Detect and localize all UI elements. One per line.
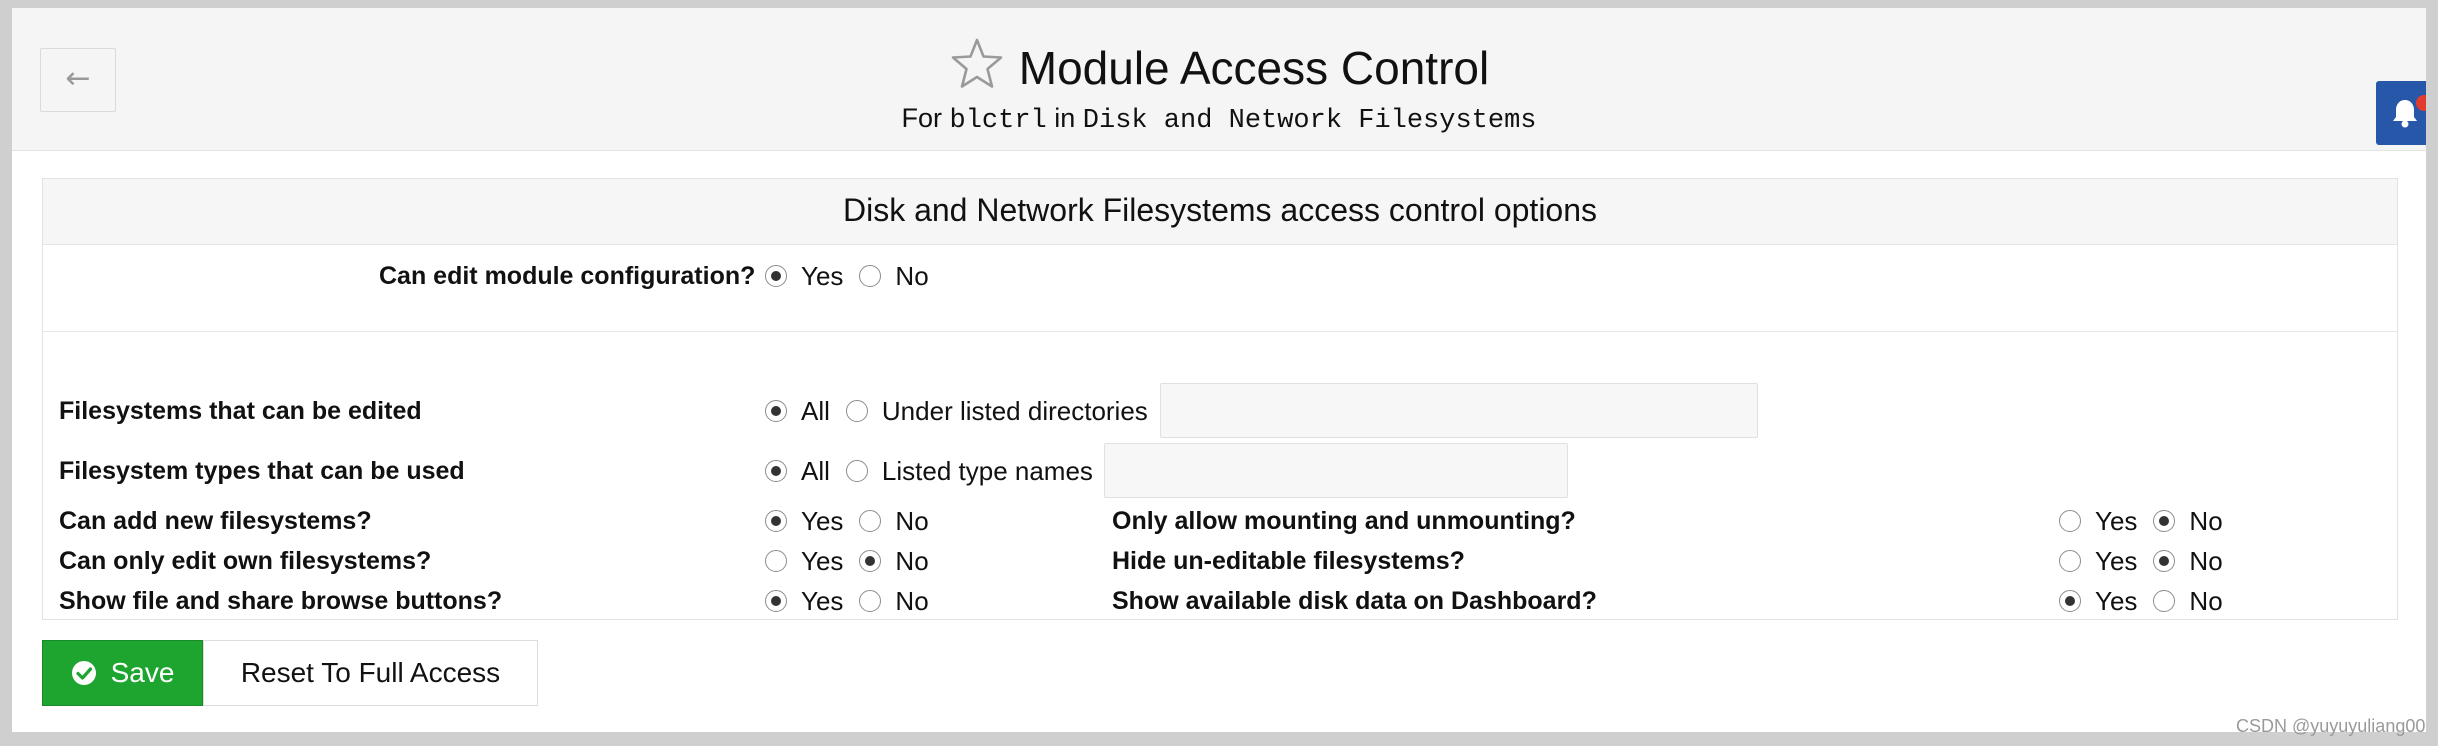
own-only-no-radio[interactable] [859,550,882,572]
page-header: ← Module Access Control For blctrl in Di… [12,8,2426,151]
mount-only-radios: Yes No [2059,505,2223,537]
panel-title: Disk and Network Filesystems access cont… [43,179,2397,245]
subtitle-prefix: For [901,103,943,133]
page-title-row: Module Access Control [12,36,2426,96]
browse-buttons-yes-radio[interactable] [765,590,787,612]
can-edit-config-label: Can edit module configuration? [379,262,756,290]
can-edit-config-radios: Yes No [765,260,929,292]
can-add-radios: Yes No [765,505,929,537]
mount-only-no-radio[interactable] [2153,510,2176,532]
fs-edited-radios: All Under listed directories [765,395,1148,427]
check-circle-icon [71,661,96,685]
subtitle-user: blctrl [949,106,1047,136]
fs-edited-dirs-input[interactable] [1160,383,1758,438]
browse-buttons-label: Show file and share browse buttons? [59,587,503,615]
dashboard-disk-label: Show available disk data on Dashboard? [1112,587,1597,615]
dashboard-disk-no-label: No [2189,586,2223,616]
hide-uneditable-yes-radio[interactable] [2059,550,2081,572]
can-add-no-radio[interactable] [859,510,882,532]
mount-only-no-label: No [2189,506,2223,536]
page-title: Module Access Control [1018,42,1490,94]
own-only-no-label: No [895,546,929,576]
can-add-yes-label: Yes [801,506,844,536]
own-only-yes-label: Yes [801,546,844,576]
notification-badge [2416,95,2426,111]
browse-buttons-no-radio[interactable] [859,590,882,612]
hide-uneditable-yes-label: Yes [2095,546,2138,576]
can-edit-config-yes-radio[interactable] [765,265,787,287]
fs-types-label: Filesystem types that can be used [59,457,465,485]
own-only-label: Can only edit own filesystems? [59,547,432,575]
hide-uneditable-no-label: No [2189,546,2223,576]
fs-types-listed-label: Listed type names [881,456,1093,486]
mount-only-label: Only allow mounting and unmounting? [1112,507,1576,535]
fs-edited-all-label: All [801,396,830,426]
own-only-yes-radio[interactable] [765,550,787,572]
dashboard-disk-radios: Yes No [2059,585,2223,617]
reset-full-access-button[interactable]: Reset To Full Access [203,640,538,706]
page-subtitle: For blctrl in Disk and Network Filesyste… [12,100,2426,136]
fs-types-listed-radio[interactable] [845,460,868,482]
subtitle-in: in [1054,103,1076,133]
fs-types-all-label: All [801,456,830,486]
fs-edited-dirs-label: Under listed directories [881,396,1148,426]
page-frame: ← Module Access Control For blctrl in Di… [12,8,2426,732]
can-edit-config-yes-label: Yes [801,261,844,291]
fs-types-input[interactable] [1104,443,1568,498]
save-button[interactable]: Save [42,640,203,706]
dashboard-disk-yes-radio[interactable] [2059,590,2081,612]
save-button-label: Save [110,657,175,688]
hide-uneditable-label: Hide un-editable filesystems? [1112,547,1465,575]
can-edit-config-no-radio[interactable] [859,265,882,287]
watermark: CSDN @yuyuyuliang00 [2236,716,2426,736]
fs-edited-dirs-radio[interactable] [845,400,868,422]
fs-edited-label: Filesystems that can be edited [59,397,422,425]
dashboard-disk-no-radio[interactable] [2153,590,2176,612]
can-add-no-label: No [895,506,929,536]
section-divider [43,331,2397,332]
star-icon[interactable] [949,36,1005,92]
access-options-panel: Disk and Network Filesystems access cont… [42,178,2398,620]
fs-types-all-radio[interactable] [765,460,787,482]
notifications-button[interactable] [2376,81,2426,145]
hide-uneditable-no-radio[interactable] [2153,550,2176,572]
mount-only-yes-radio[interactable] [2059,510,2081,532]
fs-types-radios: All Listed type names [765,455,1093,487]
dashboard-disk-yes-label: Yes [2095,586,2138,616]
browse-buttons-yes-label: Yes [801,586,844,616]
can-add-label: Can add new filesystems? [59,507,372,535]
fs-edited-all-radio[interactable] [765,400,787,422]
hide-uneditable-radios: Yes No [2059,545,2223,577]
subtitle-module: Disk and Network Filesystems [1082,106,1537,136]
can-add-yes-radio[interactable] [765,510,787,532]
mount-only-yes-label: Yes [2095,506,2138,536]
browse-buttons-radios: Yes No [765,585,929,617]
browse-buttons-no-label: No [895,586,929,616]
can-edit-config-no-label: No [895,261,929,291]
own-only-radios: Yes No [765,545,929,577]
